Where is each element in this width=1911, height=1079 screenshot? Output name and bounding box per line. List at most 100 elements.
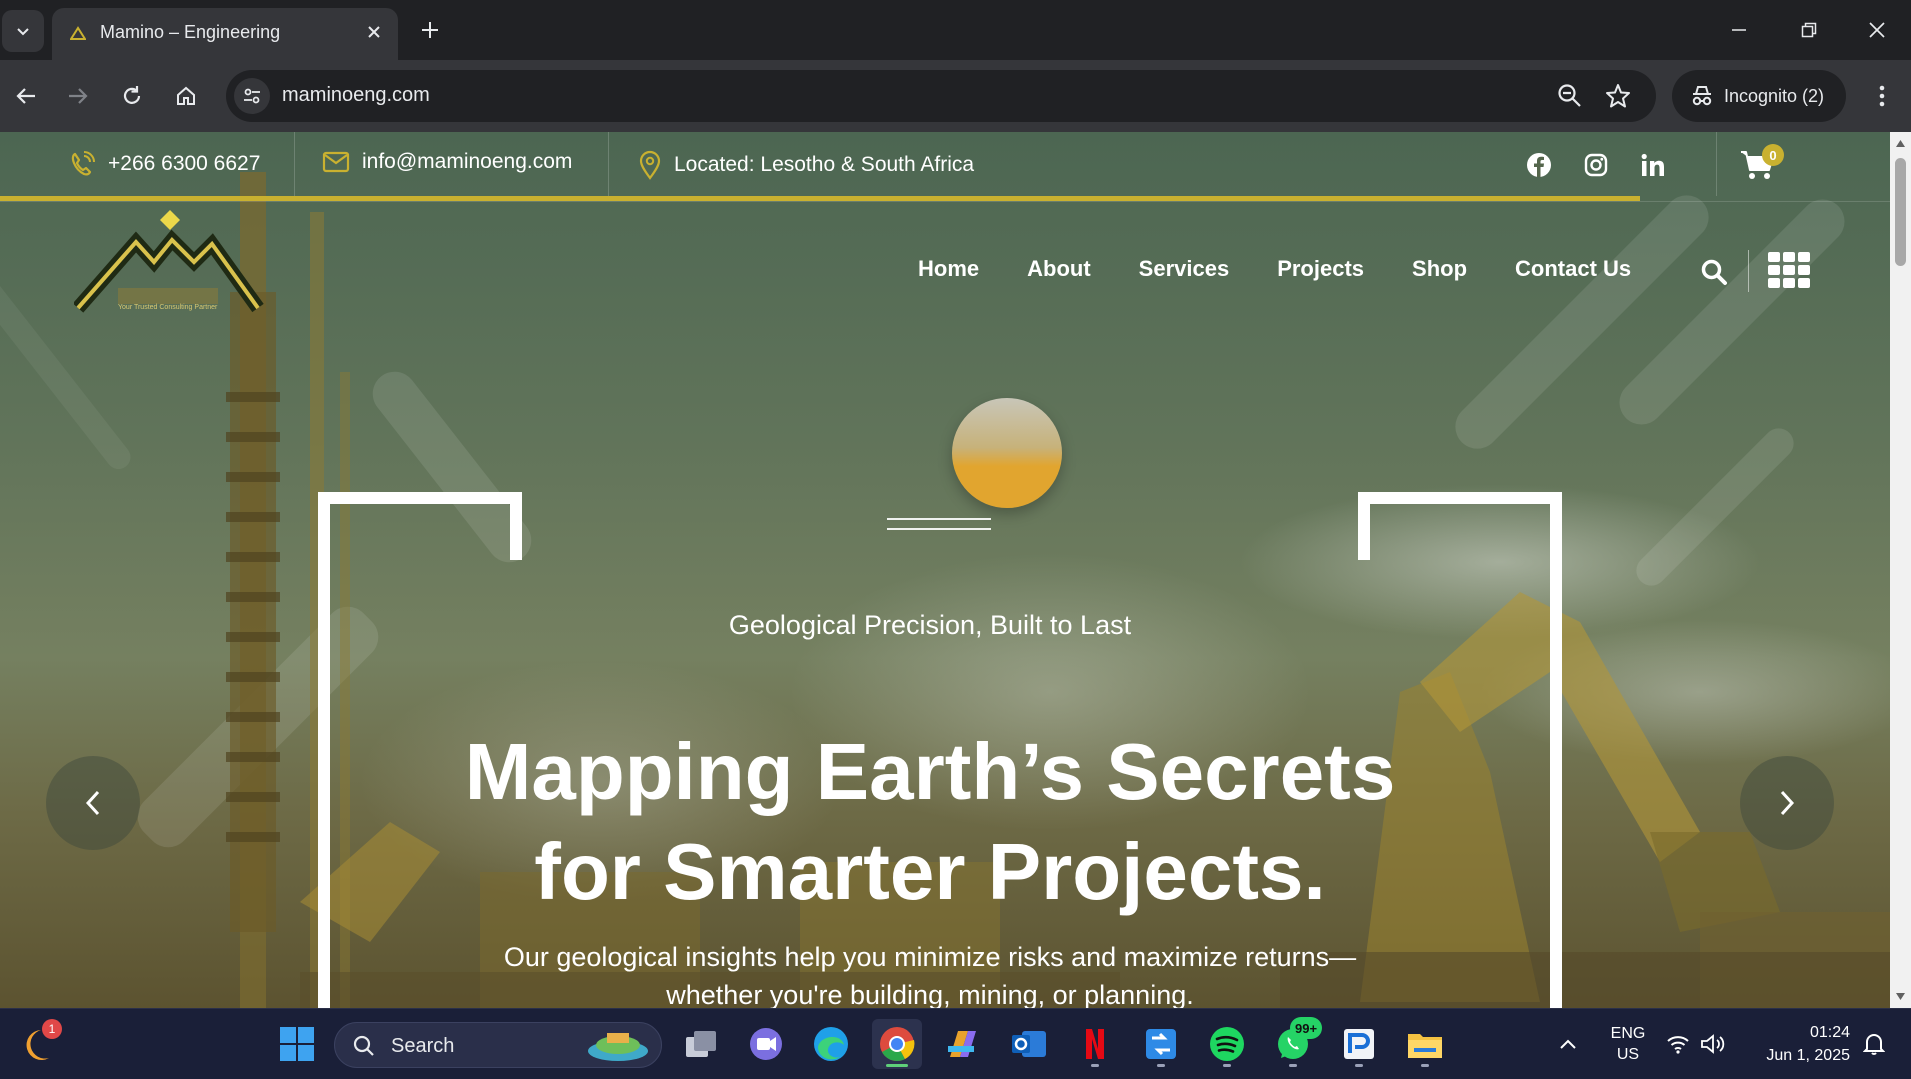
scroll-down-icon[interactable] [1895, 992, 1906, 1002]
reload-button[interactable] [112, 76, 152, 116]
open-indicator [1421, 1064, 1429, 1067]
meet-icon [750, 1028, 782, 1060]
open-indicator [1355, 1064, 1363, 1067]
linkedin-link[interactable] [1638, 150, 1668, 180]
contact-topbar: +266 6300 6627 info@maminoeng.com Locate… [0, 132, 1890, 202]
instagram-link[interactable] [1581, 150, 1611, 180]
back-button[interactable] [6, 76, 46, 116]
browser-tab-active[interactable]: Mamino – Engineering [52, 8, 398, 60]
incognito-label: Incognito (2) [1724, 85, 1825, 106]
arrow-right-icon [69, 88, 88, 104]
frame-bracket-right-tab [1358, 492, 1370, 560]
notification-bell-icon [1863, 1034, 1885, 1055]
divider [294, 132, 295, 196]
phone-number: +266 6300 6627 [108, 152, 261, 175]
forward-button[interactable] [58, 76, 98, 116]
phone-contact[interactable]: +266 6300 6627 [68, 150, 260, 178]
language-indicator[interactable]: ENG US [1608, 1023, 1648, 1065]
address-bar[interactable]: maminoeng.com [226, 70, 1656, 122]
tab-close-button[interactable] [362, 20, 386, 44]
taskbar-whatsapp[interactable]: 99+ [1268, 1017, 1323, 1069]
page-scrollbar[interactable] [1890, 132, 1911, 1008]
start-button[interactable] [272, 1019, 322, 1069]
language-code: ENG [1610, 1025, 1646, 1042]
instagram-icon [1584, 153, 1608, 177]
arrow-left-icon [16, 88, 35, 104]
taskbar-chrome[interactable] [872, 1019, 922, 1069]
decorative-stripe [1446, 186, 1718, 458]
open-indicator [1157, 1064, 1165, 1067]
hero-subcopy-line1: Our geological insights help you minimiz… [503, 942, 1357, 972]
search-highlight-icon [588, 1033, 648, 1061]
restore-icon [1801, 22, 1817, 38]
scrollbar-thumb[interactable] [1895, 158, 1906, 266]
browser-tab-strip: Mamino – Engineering [0, 0, 1911, 60]
zoom-out-icon[interactable] [1556, 82, 1584, 110]
taskbar-edge[interactable] [806, 1019, 856, 1069]
taskbar-file-explorer[interactable] [1400, 1019, 1450, 1069]
frame-bracket-left-tab [510, 492, 522, 560]
open-indicator [1223, 1064, 1231, 1067]
clock-date: Jun 1, 2025 [1766, 1047, 1850, 1064]
nav-shop[interactable]: Shop [1412, 256, 1467, 282]
show-hidden-icons-button[interactable] [1546, 1019, 1590, 1069]
browser-toolbar: maminoeng.com Incognito (2) [0, 60, 1911, 132]
taskbar-app-arrow[interactable] [1136, 1019, 1186, 1069]
close-window-button[interactable] [1848, 8, 1906, 52]
notifications-button[interactable] [1854, 1019, 1894, 1069]
windows-start-icon [280, 1027, 314, 1061]
location-contact: Located: Lesotho & South Africa [638, 150, 974, 180]
nav-home[interactable]: Home [918, 256, 979, 282]
nav-about[interactable]: About [1027, 256, 1091, 282]
taskbar-teams[interactable] [741, 1019, 791, 1069]
facebook-link[interactable] [1524, 150, 1554, 180]
chrome-icon [880, 1027, 915, 1061]
minimize-button[interactable] [1710, 8, 1768, 52]
slider-next-button[interactable] [1740, 756, 1834, 850]
cart-count-badge: 0 [1762, 144, 1784, 166]
location-text: Located: Lesotho & South Africa [674, 153, 975, 176]
main-navigation: Home About Services Projects Shop Contac… [918, 256, 1631, 282]
new-tab-button[interactable] [414, 14, 446, 46]
copilot-icon [948, 1031, 976, 1057]
hero-headline-line1: Mapping Earth’s Secrets [464, 727, 1396, 816]
nav-projects[interactable]: Projects [1277, 256, 1364, 282]
grid-menu-icon[interactable] [1768, 252, 1810, 288]
star-icon[interactable] [1604, 82, 1632, 110]
taskbar-app-remote[interactable] [1334, 1019, 1384, 1069]
edge-browser-icon [814, 1027, 848, 1061]
taskbar-outlook[interactable] [1004, 1019, 1054, 1069]
tab-search-button[interactable] [2, 10, 44, 52]
more-vertical-icon [1879, 85, 1885, 107]
browser-menu-button[interactable] [1862, 76, 1902, 116]
whatsapp-badge: 99+ [1290, 1017, 1323, 1039]
taskbar-task-view[interactable] [676, 1019, 726, 1069]
plus-icon [422, 22, 438, 38]
open-indicator [1289, 1064, 1297, 1067]
quick-settings-button[interactable] [1660, 1019, 1732, 1069]
email-contact[interactable]: info@maminoeng.com [322, 150, 572, 174]
nav-services[interactable]: Services [1139, 256, 1230, 282]
nav-contact-us[interactable]: Contact Us [1515, 256, 1631, 282]
chevron-down-icon [17, 28, 29, 36]
incognito-indicator[interactable]: Incognito (2) [1672, 70, 1846, 122]
taskbar-clock[interactable]: 01:24 Jun 1, 2025 [1746, 1021, 1850, 1067]
scroll-up-icon[interactable] [1895, 138, 1906, 148]
active-indicator [886, 1064, 908, 1067]
url-text[interactable]: maminoeng.com [282, 84, 430, 107]
taskbar-copilot[interactable] [938, 1019, 988, 1069]
weather-widget[interactable]: 1 [16, 1019, 66, 1069]
search-icon[interactable] [1700, 258, 1728, 286]
site-info-button[interactable] [234, 78, 270, 114]
chevron-up-icon [1560, 1039, 1576, 1049]
slider-prev-button[interactable] [46, 756, 140, 850]
restore-button[interactable] [1780, 8, 1838, 52]
taskbar-netflix[interactable] [1070, 1019, 1120, 1069]
region-code: US [1616, 1046, 1640, 1063]
hero-headline: Mapping Earth’s Secrets for Smarter Proj… [0, 722, 1860, 922]
home-button[interactable] [166, 76, 206, 116]
chevron-left-icon [85, 790, 100, 816]
taskbar-spotify[interactable] [1202, 1019, 1252, 1069]
taskbar-search-box[interactable]: Search [334, 1022, 662, 1068]
divider [1748, 250, 1749, 292]
